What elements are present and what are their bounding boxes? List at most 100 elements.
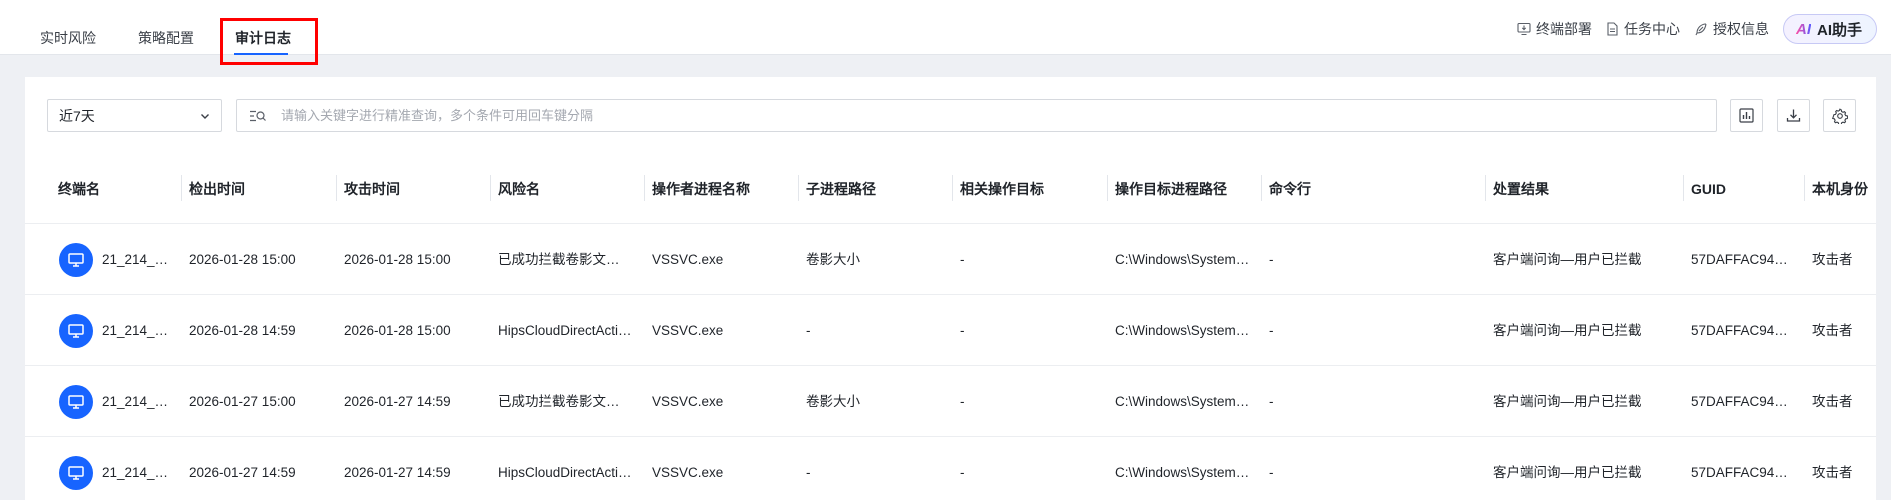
table-cell: - (960, 394, 965, 409)
terminal-icon (59, 384, 93, 419)
column-header-label: 本机身份 (1812, 181, 1868, 197)
column-header-label: 子进程路径 (806, 181, 876, 197)
table-cell: 已成功拦截卷影文… (498, 252, 620, 267)
column-header[interactable]: 子进程路径 (798, 161, 952, 224)
feather-icon (1695, 23, 1707, 36)
table-cell: - (960, 323, 965, 338)
audit-log-table: 终端名 检出时间 攻击时间 风险名 操作者进程名称 子进程路径 相关操作目标 操作目标进程路径… (25, 161, 1876, 500)
column-header[interactable]: 处置结果 (1485, 161, 1683, 224)
table-cell: 21_214_… (50, 437, 181, 500)
table-cell: C:\Windows\System… (1115, 465, 1250, 480)
column-header[interactable]: 攻击时间 (336, 161, 490, 224)
search-box[interactable] (236, 99, 1717, 132)
column-divider[interactable] (1485, 175, 1486, 201)
ai-assistant-button[interactable]: AI AI助手 (1782, 14, 1877, 44)
terminal-icon (59, 242, 93, 277)
column-header-label: 终端名 (58, 181, 100, 197)
settings-button[interactable] (1823, 99, 1856, 132)
table-cell: 攻击者 (1812, 465, 1853, 480)
column-divider[interactable] (181, 175, 182, 201)
column-header-label: 命令行 (1269, 181, 1311, 197)
table-cell: VSSVC.exe (652, 465, 724, 480)
task-center-label: 任务中心 (1623, 21, 1680, 37)
table-row[interactable]: 21_214_… 2026-01-28 15:00 2026-01-28 15:00… (25, 224, 1876, 295)
table-cell: 2026-01-28 14:59 (189, 323, 296, 338)
table-cell: - (1269, 323, 1274, 338)
terminal-name[interactable]: 21_214_… (102, 437, 168, 500)
table-cell: 卷影大小 (806, 252, 860, 267)
table-row[interactable]: 21_214_… 2026-01-27 15:00 2026-01-27 14:59… (25, 366, 1876, 437)
tab-realtime-risk[interactable]: 实时风险 (40, 0, 96, 55)
table-cell: - (960, 252, 965, 267)
table-cell: 已成功拦截卷影文… (498, 394, 620, 409)
column-header-label: 攻击时间 (344, 181, 400, 197)
table-cell: 57DAFFAC94… (1691, 394, 1788, 409)
date-range-value: 近7天 (59, 107, 95, 124)
terminal-deploy-label: 终端部署 (1535, 21, 1592, 37)
table-cell: 客户端问询—用户已拦截 (1493, 394, 1642, 409)
table-cell: 21_214_… (50, 224, 181, 295)
table-cell: 2026-01-27 14:59 (189, 465, 296, 480)
table-cell: 21_214_… (50, 366, 181, 437)
table-cell: 2026-01-27 14:59 (344, 394, 451, 409)
table-row[interactable]: 21_214_… 2026-01-28 14:59 2026-01-28 15:00… (25, 295, 1876, 366)
download-button[interactable] (1777, 99, 1810, 132)
column-divider[interactable] (1804, 175, 1805, 201)
table-cell: 2026-01-28 15:00 (189, 252, 296, 267)
column-header[interactable]: 终端名 (50, 161, 181, 224)
column-header[interactable]: 风险名 (490, 161, 644, 224)
table-cell: 客户端问询—用户已拦截 (1493, 252, 1642, 267)
license-info-link[interactable]: 授权信息 (1694, 19, 1769, 39)
table-row[interactable]: 21_214_… 2026-01-27 14:59 2026-01-27 14:59… (25, 437, 1876, 500)
column-divider[interactable] (1107, 175, 1108, 201)
search-input[interactable] (281, 108, 1704, 123)
task-center-link[interactable]: 任务中心 (1606, 19, 1680, 39)
table-cell: VSSVC.exe (652, 252, 724, 267)
column-divider[interactable] (490, 175, 491, 201)
terminal-name[interactable]: 21_214_… (102, 295, 168, 366)
table-cell: 57DAFFAC94… (1691, 252, 1788, 267)
column-header[interactable]: 相关操作目标 (952, 161, 1107, 224)
date-range-select[interactable]: 近7天 (47, 99, 222, 132)
column-header[interactable]: 命令行 (1261, 161, 1485, 224)
column-header[interactable]: 检出时间 (181, 161, 336, 224)
table-cell: - (1269, 394, 1274, 409)
table-cell: 21_214_… (50, 295, 181, 366)
bar-chart-icon (1739, 108, 1754, 123)
column-header[interactable]: 操作者进程名称 (644, 161, 798, 224)
column-divider[interactable] (1261, 175, 1262, 201)
column-header[interactable]: 本机身份 (1804, 161, 1876, 224)
column-header[interactable]: GUID (1683, 161, 1804, 224)
terminal-name[interactable]: 21_214_… (102, 224, 168, 295)
column-divider[interactable] (1683, 175, 1684, 201)
table-cell: 卷影大小 (806, 394, 860, 409)
table-cell: - (1269, 252, 1274, 267)
table-cell: - (960, 465, 965, 480)
table-cell: 2026-01-27 15:00 (189, 394, 296, 409)
column-header-label: 风险名 (498, 181, 540, 197)
table-cell: 攻击者 (1812, 252, 1853, 267)
chevron-down-icon (201, 113, 209, 119)
table-cell: - (1269, 465, 1274, 480)
column-divider[interactable] (644, 175, 645, 201)
table-cell: VSSVC.exe (652, 394, 724, 409)
table-cell: 2026-01-28 15:00 (344, 323, 451, 338)
table-cell: 2026-01-28 15:00 (344, 252, 451, 267)
tab-policy-config[interactable]: 策略配置 (138, 0, 194, 55)
table-cell: C:\Windows\System… (1115, 394, 1250, 409)
column-header-label: 相关操作目标 (960, 181, 1044, 197)
chart-button[interactable] (1730, 99, 1763, 132)
terminal-deploy-link[interactable]: 终端部署 (1517, 19, 1592, 39)
table-cell: 57DAFFAC94… (1691, 465, 1788, 480)
gear-icon (1831, 108, 1848, 124)
column-header[interactable]: 操作目标进程路径 (1107, 161, 1261, 224)
column-divider[interactable] (798, 175, 799, 201)
table-cell: 客户端问询—用户已拦截 (1493, 465, 1642, 480)
table-cell: 2026-01-27 14:59 (344, 465, 451, 480)
terminal-name[interactable]: 21_214_… (102, 366, 168, 437)
column-header-label: 操作者进程名称 (652, 181, 750, 197)
column-divider[interactable] (952, 175, 953, 201)
top-actions: 终端部署 任务中心 授权信息 AI AI助手 (1517, 14, 1891, 44)
filter-search-icon (250, 110, 266, 121)
column-divider[interactable] (336, 175, 337, 201)
